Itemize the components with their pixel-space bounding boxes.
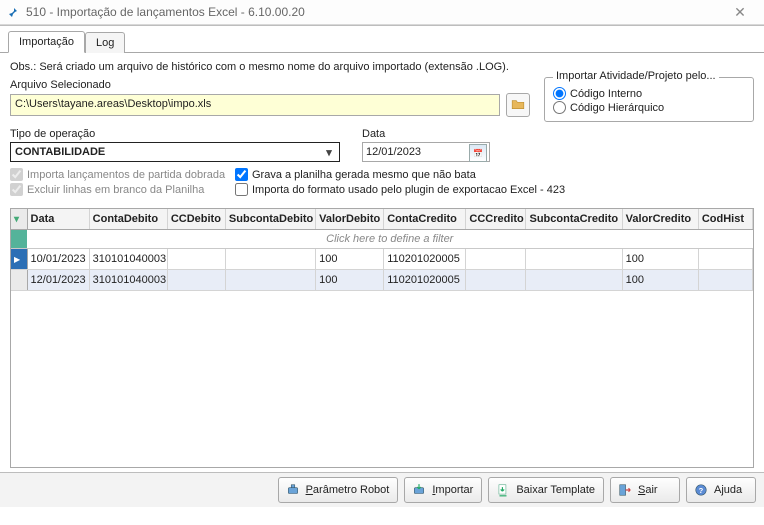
sair-label: Sair (638, 484, 658, 496)
pin-icon (6, 5, 20, 19)
radio-codigo-interno-label: Código Interno (570, 88, 642, 100)
folder-icon (511, 98, 525, 113)
cell-contacredito[interactable]: 110201020005 (384, 270, 466, 291)
row-handle[interactable] (11, 270, 27, 291)
titlebar: 510 - Importação de lançamentos Excel - … (0, 0, 764, 25)
sair-button[interactable]: Sair (610, 477, 680, 503)
file-path-input[interactable]: C:\Users\tayane.areas\Desktop\impo.xls (10, 94, 500, 116)
col-cccredito[interactable]: CCCredito (466, 209, 526, 230)
download-icon (495, 482, 511, 498)
import-icon (411, 482, 427, 498)
check-grava-input[interactable] (235, 168, 248, 181)
row-handle[interactable] (11, 249, 27, 270)
op-value: CONTABILIDADE (15, 146, 105, 158)
browse-button[interactable] (506, 93, 530, 117)
ajuda-button[interactable]: ? Ajuda (686, 477, 756, 503)
radio-codigo-interno-input[interactable] (553, 87, 566, 100)
cell-subdebito[interactable] (225, 249, 315, 270)
table-row[interactable]: 12/01/2023310101040003100110201020005100 (11, 270, 753, 291)
cell-contadebito[interactable]: 310101040003 (89, 249, 167, 270)
robot-icon (285, 482, 301, 498)
cell-valordebito[interactable]: 100 (316, 270, 384, 291)
tab-importacao[interactable]: Importação (8, 31, 85, 53)
parametro-robot-label: Parâmetro Robot (306, 484, 390, 496)
grid[interactable]: ▾ Data ContaDebito CCDebito SubcontaDebi… (10, 208, 754, 468)
date-value: 12/01/2023 (366, 146, 421, 158)
col-subcredito[interactable]: SubcontaCredito (526, 209, 622, 230)
col-data[interactable]: Data (27, 209, 89, 230)
cell-cccredito[interactable] (466, 270, 526, 291)
file-label: Arquivo Selecionado (10, 79, 530, 91)
close-button[interactable]: ✕ (722, 1, 758, 23)
radio-codigo-hierarquico-label: Código Hierárquico (570, 102, 664, 114)
check-partida-label: Importa lançamentos de partida dobrada (27, 169, 225, 181)
check-excluir-input (10, 183, 23, 196)
cell-data[interactable]: 10/01/2023 (27, 249, 89, 270)
check-grava-label: Grava a planilha gerada mesmo que não ba… (252, 169, 476, 181)
window-title: 510 - Importação de lançamentos Excel - … (26, 5, 722, 19)
cell-data[interactable]: 12/01/2023 (27, 270, 89, 291)
col-codhist[interactable]: CodHist (698, 209, 752, 230)
radio-codigo-interno[interactable]: Código Interno (553, 87, 745, 100)
check-partida: Importa lançamentos de partida dobrada (10, 168, 235, 181)
grid-filter-row[interactable]: Click here to define a filter (11, 230, 753, 249)
importar-label: Importar (432, 484, 473, 496)
baixar-template-label: Baixar Template (516, 484, 595, 496)
cell-subcredito[interactable] (526, 249, 622, 270)
grid-header-row: ▾ Data ContaDebito CCDebito SubcontaDebi… (11, 209, 753, 230)
check-formato423-input[interactable] (235, 183, 248, 196)
col-contacredito[interactable]: ContaCredito (384, 209, 466, 230)
col-subdebito[interactable]: SubcontaDebito (225, 209, 315, 230)
grid-filter-hint[interactable]: Click here to define a filter (27, 230, 752, 249)
cell-codhist[interactable] (698, 249, 752, 270)
import-by-group: Importar Atividade/Projeto pelo... Códig… (544, 77, 754, 122)
check-formato423-label: Importa do formato usado pelo plugin de … (252, 184, 565, 196)
date-label: Data (362, 128, 490, 140)
ajuda-label: Ajuda (714, 484, 742, 496)
col-contadebito[interactable]: ContaDebito (89, 209, 167, 230)
radio-codigo-hierarquico-input[interactable] (553, 101, 566, 114)
cell-valordebito[interactable]: 100 (316, 249, 384, 270)
col-valorcredito[interactable]: ValorCredito (622, 209, 698, 230)
exit-icon (617, 482, 633, 498)
check-grava[interactable]: Grava a planilha gerada mesmo que não ba… (235, 168, 754, 181)
check-excluir: Excluir linhas em branco da Planilha (10, 183, 235, 196)
col-valordebito[interactable]: ValorDebito (316, 209, 384, 230)
check-formato423[interactable]: Importa do formato usado pelo plugin de … (235, 183, 754, 196)
filter-funnel-cell[interactable]: ▾ (11, 209, 27, 230)
cell-cccredito[interactable] (466, 249, 526, 270)
importar-button[interactable]: Importar (404, 477, 482, 503)
cell-ccdebito[interactable] (167, 249, 225, 270)
radio-codigo-hierarquico[interactable]: Código Hierárquico (553, 101, 745, 114)
tab-strip: Importação Log (0, 30, 764, 53)
button-bar: Parâmetro Robot Importar Baixar Template… (0, 472, 764, 507)
date-input[interactable]: 12/01/2023 📅 (362, 142, 490, 162)
calendar-icon[interactable]: 📅 (469, 144, 487, 162)
tab-log[interactable]: Log (85, 32, 125, 53)
tab-panel-importacao: Obs.: Será criado um arquivo de históric… (0, 53, 764, 200)
funnel-icon: ▾ (14, 214, 19, 225)
baixar-template-button[interactable]: Baixar Template (488, 477, 604, 503)
parametro-robot-button[interactable]: Parâmetro Robot (278, 477, 399, 503)
cell-valorcredito[interactable]: 100 (622, 249, 698, 270)
op-label: Tipo de operação (10, 128, 340, 140)
cell-codhist[interactable] (698, 270, 752, 291)
svg-text:?: ? (699, 486, 704, 495)
cell-ccdebito[interactable] (167, 270, 225, 291)
check-excluir-label: Excluir linhas em branco da Planilha (27, 184, 204, 196)
check-partida-input (10, 168, 23, 181)
import-by-title: Importar Atividade/Projeto pelo... (553, 70, 719, 82)
cell-valorcredito[interactable]: 100 (622, 270, 698, 291)
cell-contacredito[interactable]: 110201020005 (384, 249, 466, 270)
col-ccdebito[interactable]: CCDebito (167, 209, 225, 230)
cell-subcredito[interactable] (526, 270, 622, 291)
cell-contadebito[interactable]: 310101040003 (89, 270, 167, 291)
table-row[interactable]: 10/01/2023310101040003100110201020005100 (11, 249, 753, 270)
cell-subdebito[interactable] (225, 270, 315, 291)
op-combo[interactable]: CONTABILIDADE ▾ (10, 142, 340, 162)
chevron-down-icon: ▾ (321, 143, 337, 161)
help-icon: ? (693, 482, 709, 498)
